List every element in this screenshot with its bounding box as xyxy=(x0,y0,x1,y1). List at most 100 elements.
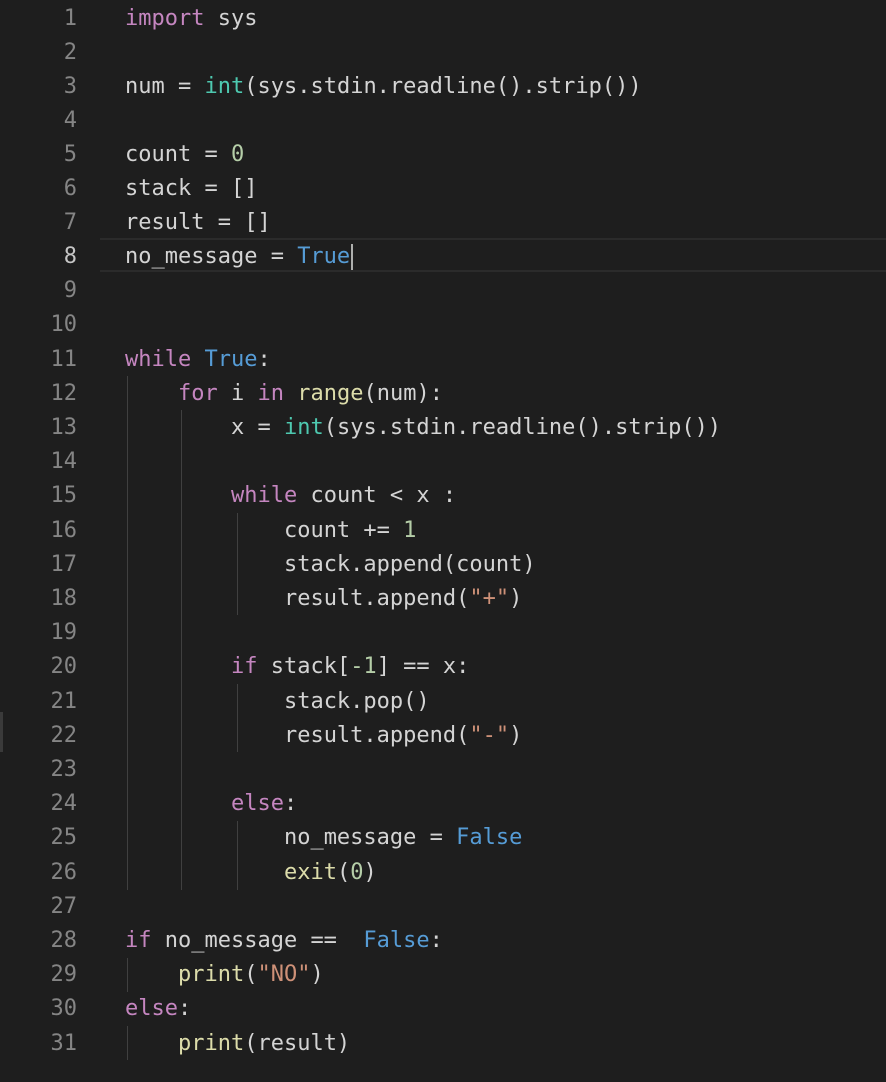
line-number: 28 xyxy=(50,928,78,953)
code-line[interactable]: 2 xyxy=(0,36,886,70)
line-number: 5 xyxy=(63,142,77,167)
code-line[interactable]: 27 xyxy=(0,890,886,924)
code-line[interactable]: 29 print("NO") xyxy=(0,958,886,992)
code-line[interactable]: 28 if no_message == False: xyxy=(0,924,886,958)
identifier-token: no_message = xyxy=(125,244,298,269)
code-line[interactable]: 1 import sys xyxy=(0,2,886,36)
code-text: exit(0) xyxy=(125,856,377,890)
function-token: print xyxy=(177,1031,245,1056)
identifier-token: stack = [] xyxy=(125,176,258,201)
code-text: num = int(sys.stdin.readline().strip()) xyxy=(125,70,642,104)
code-line[interactable]: 10 xyxy=(0,308,886,342)
identifier-token: sys xyxy=(204,6,258,31)
number-token: -1 xyxy=(350,654,377,679)
punctuation-token: : xyxy=(283,791,298,816)
code-line[interactable]: 20 if stack[-1] == x: xyxy=(0,650,886,684)
line-number: 2 xyxy=(63,40,77,65)
line-number: 7 xyxy=(63,210,77,235)
function-token: print xyxy=(177,962,245,987)
punctuation-token: ) xyxy=(509,723,523,748)
code-line[interactable]: 3 num = int(sys.stdin.readline().strip()… xyxy=(0,70,886,104)
code-text: while count < x : xyxy=(125,479,456,513)
code-line[interactable]: 5 count = 0 xyxy=(0,138,886,172)
punctuation-token: ( xyxy=(244,962,258,987)
code-line[interactable]: 25 no_message = False xyxy=(0,821,886,855)
line-number: 19 xyxy=(50,620,78,645)
code-line[interactable]: 6 stack = [] xyxy=(0,172,886,206)
identifier-token: (sys.stdin.readline().strip()) xyxy=(244,74,642,99)
identifier-token: no_message = xyxy=(283,825,457,850)
identifier-token: no_message == xyxy=(151,928,364,953)
line-number: 11 xyxy=(50,347,78,372)
code-line[interactable]: 22 result.append("-") xyxy=(0,719,886,753)
punctuation-token: ( xyxy=(336,860,351,885)
line-number: 21 xyxy=(50,689,78,714)
function-token: range xyxy=(297,381,364,406)
code-line-active[interactable]: 8 no_message = True xyxy=(0,240,886,274)
identifier-token: count = xyxy=(125,142,231,167)
code-line[interactable]: 14 xyxy=(0,445,886,479)
code-line[interactable]: 15 while count < x : xyxy=(0,479,886,513)
identifier-token: (result) xyxy=(244,1031,351,1056)
line-number: 29 xyxy=(50,962,78,987)
string-token: "-" xyxy=(469,723,510,748)
code-line[interactable]: 24 else: xyxy=(0,787,886,821)
code-line[interactable]: 16 count += 1 xyxy=(0,514,886,548)
builtin-token: int xyxy=(204,74,245,99)
code-text: result = [] xyxy=(125,206,271,240)
code-line[interactable]: 7 result = [] xyxy=(0,206,886,240)
identifier-token: x = xyxy=(230,415,284,440)
number-token: 0 xyxy=(350,860,364,885)
keyword-token: while xyxy=(125,347,192,372)
line-number: 1 xyxy=(63,6,77,31)
line-number: 20 xyxy=(50,654,78,679)
identifier-token: i xyxy=(217,381,258,406)
code-line[interactable]: 17 stack.append(count) xyxy=(0,548,886,582)
identifier-token: stack[ xyxy=(257,654,351,679)
line-number: 3 xyxy=(63,74,77,99)
code-text: if stack[-1] == x: xyxy=(125,650,469,684)
code-line[interactable]: 4 xyxy=(0,104,886,138)
identifier-token: result.append( xyxy=(283,723,470,748)
code-text: count = 0 xyxy=(125,138,244,172)
code-line[interactable]: 11 while True: xyxy=(0,343,886,377)
punctuation-token: ) xyxy=(310,962,324,987)
keyword-token: else xyxy=(230,791,284,816)
code-text: no_message = False xyxy=(125,821,522,855)
constant-token: False xyxy=(456,825,523,850)
number-token: 1 xyxy=(403,518,417,543)
code-text: stack.append(count) xyxy=(125,548,536,582)
keyword-token: if xyxy=(125,928,152,953)
code-editor[interactable]: 1 import sys 2 3 num = int(sys.stdin.rea… xyxy=(0,0,886,1082)
code-line[interactable]: 12 for i in range(num): xyxy=(0,377,886,411)
identifier-token: (num): xyxy=(363,381,443,406)
keyword-token: for xyxy=(177,381,218,406)
line-number: 12 xyxy=(50,381,78,406)
line-number: 31 xyxy=(50,1031,78,1056)
punctuation-token: : xyxy=(177,996,192,1021)
code-line[interactable]: 23 xyxy=(0,753,886,787)
line-number: 27 xyxy=(50,894,78,919)
string-token: "+" xyxy=(469,586,510,611)
code-line[interactable]: 13 x = int(sys.stdin.readline().strip()) xyxy=(0,411,886,445)
code-line[interactable]: 19 xyxy=(0,616,886,650)
code-line[interactable]: 18 result.append("+") xyxy=(0,582,886,616)
code-line[interactable]: 31 print(result) xyxy=(0,1027,886,1061)
code-text: stack.pop() xyxy=(125,685,430,719)
constant-token: True xyxy=(297,244,351,269)
code-line[interactable]: 26 exit(0) xyxy=(0,856,886,890)
code-line[interactable]: 9 xyxy=(0,274,886,308)
constant-token: True xyxy=(204,347,258,372)
code-line[interactable]: 21 stack.pop() xyxy=(0,685,886,719)
constant-token: False xyxy=(363,928,430,953)
code-text: while True: xyxy=(125,343,271,377)
punctuation-token: : xyxy=(257,347,271,372)
code-line[interactable]: 30 else: xyxy=(0,992,886,1026)
